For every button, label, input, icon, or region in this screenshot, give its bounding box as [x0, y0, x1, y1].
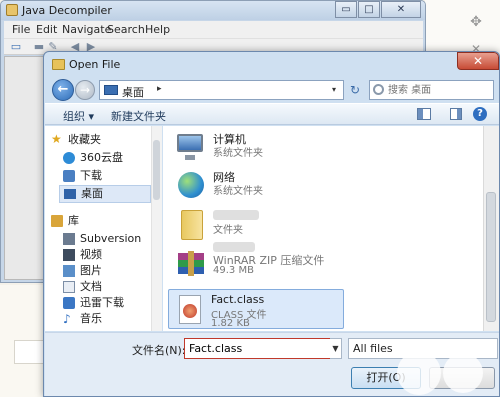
favorites-header[interactable]: ★ 收藏夹 — [51, 132, 151, 148]
file-list: 计算机 系统文件夹 网络 系统文件夹 文件夹 WinRAR ZIP 压缩文件 4… — [163, 126, 483, 331]
nav-item-subversion[interactable]: Subversion — [63, 231, 151, 247]
file-item-fact-class[interactable]: Fact.class CLASS 文件 1.82 KB — [168, 289, 344, 329]
nav-item-thunder-downloads[interactable]: 迅雷下载 — [63, 295, 151, 311]
app-icon — [6, 4, 18, 16]
view-options-icon[interactable] — [417, 108, 431, 120]
folder-icon — [52, 59, 65, 70]
menu-search[interactable]: Search — [107, 23, 145, 36]
network-icon — [175, 169, 207, 201]
address-bar[interactable]: 桌面 ▸ — [99, 80, 344, 100]
menu-navigate[interactable]: Navigate — [62, 23, 111, 36]
organize-button[interactable]: 组织 ▾ — [63, 108, 94, 124]
file-type: 系统文件夹 — [213, 148, 263, 159]
folder-icon — [175, 208, 207, 240]
video-icon — [63, 249, 75, 261]
blurred-filename — [213, 242, 255, 252]
filename-label: 文件名(N): — [132, 344, 186, 357]
filename-field[interactable] — [184, 338, 339, 359]
class-file-icon — [173, 294, 205, 326]
dialog-footer: 文件名(N): ▼ All files 打开(O) — [45, 332, 499, 396]
subversion-icon — [63, 233, 75, 245]
desktop-icon — [64, 189, 76, 199]
thunder-download-icon — [63, 297, 75, 309]
window-title: Java Decompiler — [22, 4, 112, 17]
title-bar[interactable]: Java Decompiler ▭ □ ✕ — [1, 1, 425, 20]
star-icon: ★ — [51, 132, 62, 146]
file-type: 文件夹 — [213, 225, 243, 236]
blurred-filename — [213, 210, 259, 220]
blur-overlay — [397, 351, 441, 395]
winrar-archive-icon — [175, 248, 207, 280]
search-box[interactable] — [369, 80, 494, 100]
dialog-close-button[interactable]: ✕ — [457, 52, 499, 70]
file-name: Fact.class — [211, 293, 265, 306]
filename-input[interactable] — [189, 342, 309, 355]
file-type-value: All files — [353, 342, 393, 355]
nav-item-documents[interactable]: 文档 — [63, 279, 151, 295]
nav-item-downloads[interactable]: 下载 — [63, 168, 151, 184]
search-input[interactable] — [388, 83, 488, 97]
preview-pane-icon[interactable] — [450, 108, 462, 120]
breadcrumb-arrow-icon[interactable]: ▸ — [157, 84, 162, 94]
computer-icon — [175, 131, 207, 163]
open-file-dialog: Open File ✕ ← → 桌面 ▸ ▾ ↻ 组织 ▾ 新建文件夹 ? ★ … — [43, 51, 500, 397]
nav-item-videos[interactable]: 视频 — [63, 247, 151, 263]
menu-bar: File Edit Navigate Search Help — [4, 21, 423, 39]
new-folder-button[interactable]: 新建文件夹 — [111, 108, 166, 124]
picture-icon — [63, 265, 75, 277]
library-icon — [51, 215, 63, 227]
menu-edit[interactable]: Edit — [36, 23, 57, 36]
search-icon — [373, 84, 384, 95]
nav-item-360[interactable]: 360云盘 — [63, 150, 151, 166]
file-item-network[interactable]: 网络 系统文件夹 — [171, 167, 349, 203]
dialog-title: Open File — [69, 58, 121, 71]
address-location[interactable]: 桌面 — [122, 84, 144, 100]
folder-icon[interactable]: ▬ — [32, 40, 46, 53]
nav-item-music[interactable]: ♪ 音乐 — [63, 311, 151, 327]
refresh-icon[interactable]: ↻ — [345, 80, 365, 100]
file-item-zip[interactable]: WinRAR ZIP 压缩文件 49.3 MB — [171, 242, 349, 282]
file-size: 1.82 KB — [211, 318, 250, 329]
nav-item-desktop[interactable]: 桌面 — [59, 185, 151, 203]
back-button[interactable]: ← — [52, 79, 74, 101]
address-dropdown-icon[interactable]: ▾ — [327, 80, 341, 100]
navigation-pane: ★ 收藏夹 360云盘 下载 桌面 库 Subversion 视频 图片 文档 … — [45, 126, 162, 331]
menu-file[interactable]: File — [12, 23, 30, 36]
blur-overlay — [443, 353, 483, 393]
navigation-scrollbar-thumb[interactable] — [153, 140, 160, 200]
menu-help[interactable]: Help — [145, 23, 170, 36]
file-item-computer[interactable]: 计算机 系统文件夹 — [171, 129, 349, 165]
help-icon[interactable]: ? — [473, 107, 487, 121]
desktop-icon — [104, 85, 118, 95]
move-icon[interactable]: ✥ — [468, 14, 484, 30]
file-type: 系统文件夹 — [213, 186, 263, 197]
music-icon: ♪ — [63, 312, 71, 326]
nav-item-pictures[interactable]: 图片 — [63, 263, 151, 279]
close-window-button[interactable]: ✕ — [381, 1, 421, 18]
open-folder-icon[interactable]: ▭ — [9, 40, 23, 53]
filename-dropdown-icon[interactable]: ▼ — [330, 338, 342, 359]
maximize-button[interactable]: □ — [358, 1, 380, 18]
file-list-scrollbar-thumb[interactable] — [486, 192, 496, 322]
minimize-button[interactable]: ▭ — [335, 1, 357, 18]
libraries-header[interactable]: 库 — [51, 213, 151, 229]
file-item-folder[interactable]: 文件夹 — [171, 206, 349, 242]
download-folder-icon — [63, 170, 75, 182]
file-size: 49.3 MB — [213, 265, 254, 276]
command-bar: 组织 ▾ 新建文件夹 ? — [45, 103, 499, 125]
forward-button[interactable]: → — [75, 80, 95, 100]
document-icon — [63, 281, 75, 293]
cloud-icon — [63, 152, 75, 164]
